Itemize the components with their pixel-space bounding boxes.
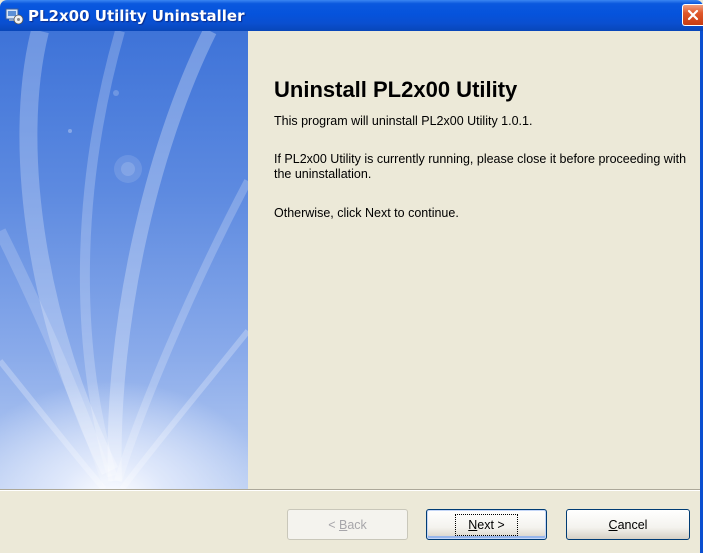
page-title: Uninstall PL2x00 Utility xyxy=(274,77,518,102)
intro-text: This program will uninstall PL2x00 Utili… xyxy=(274,114,533,128)
close-app-instruction: If PL2x00 Utility is currently running, … xyxy=(274,152,687,181)
title-bar[interactable]: PL2x00 Utility Uninstaller xyxy=(0,0,703,31)
cancel-button-accel: C xyxy=(608,517,618,532)
back-button[interactable]: < Back xyxy=(287,509,408,540)
close-button[interactable] xyxy=(682,4,703,26)
installer-icon xyxy=(5,6,24,25)
cancel-button-label: ancel xyxy=(617,517,648,532)
focus-rect: Next > xyxy=(455,513,518,536)
window-title: PL2x00 Utility Uninstaller xyxy=(28,7,245,25)
back-button-accel: B xyxy=(338,517,348,532)
content-panel: Uninstall PL2x00 Utility This program wi… xyxy=(248,31,703,489)
continue-instruction: Otherwise, click Next to continue. xyxy=(274,206,459,220)
cancel-button[interactable]: Cancel xyxy=(566,509,690,540)
next-button[interactable]: Next > xyxy=(426,509,547,540)
wizard-banner-image xyxy=(0,31,248,489)
divider xyxy=(0,489,703,491)
next-button-accel: N xyxy=(468,517,478,532)
back-button-prefix: < xyxy=(328,517,339,532)
next-button-label: ext > xyxy=(477,517,505,532)
back-button-label: ack xyxy=(347,517,367,532)
